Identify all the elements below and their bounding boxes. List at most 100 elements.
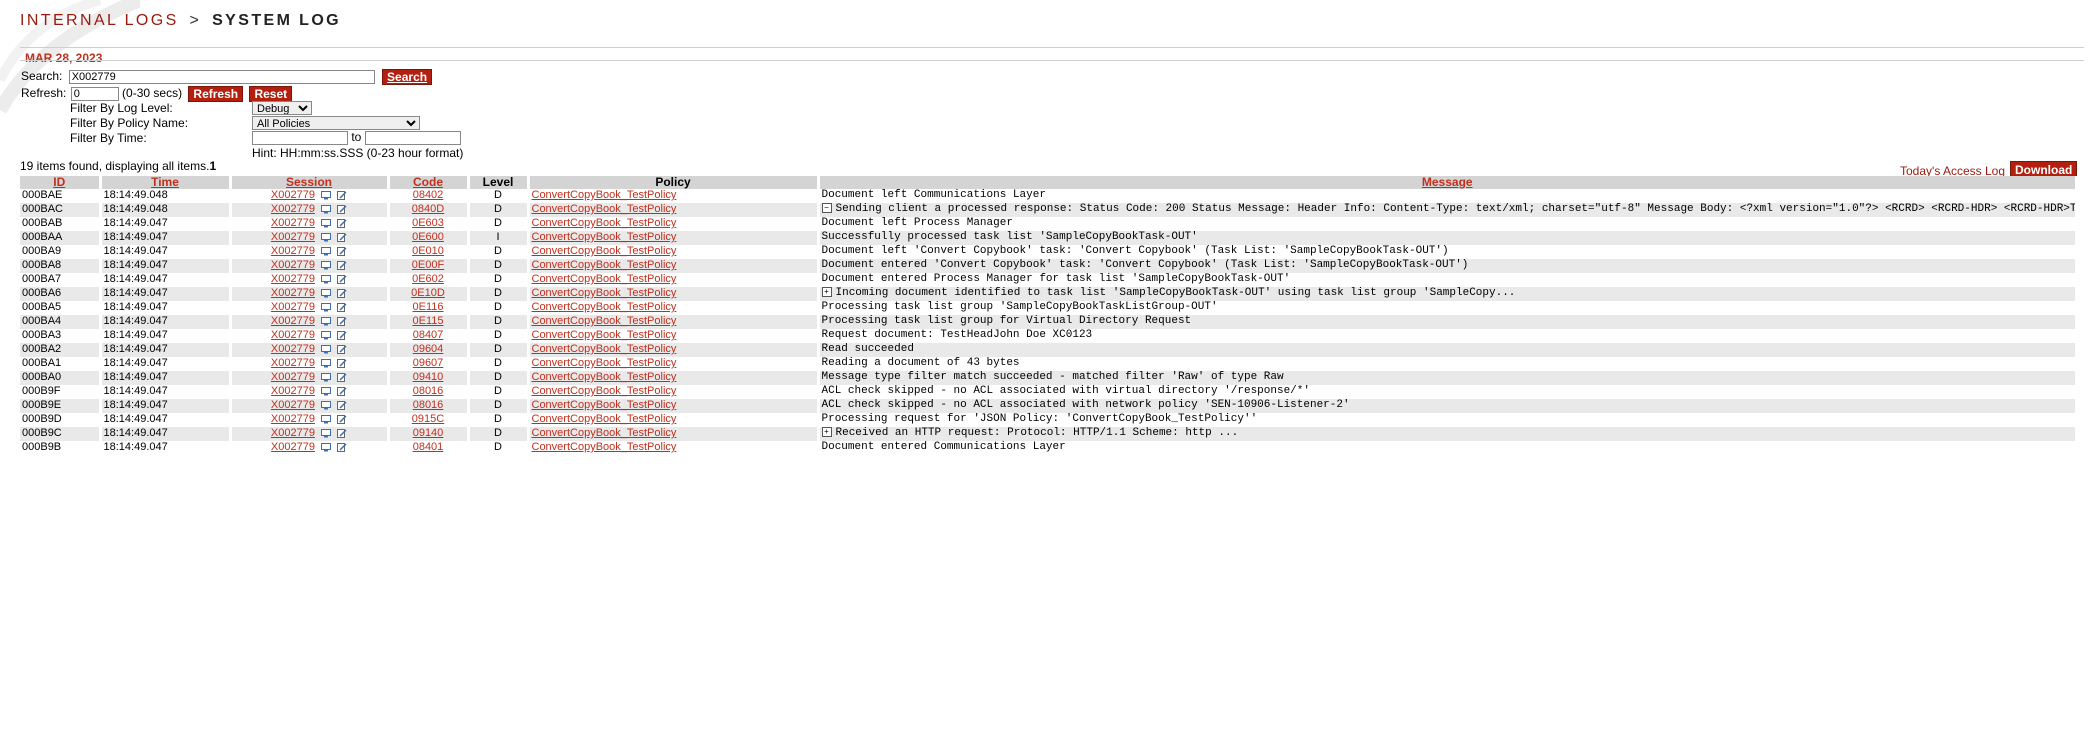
monitor-icon[interactable]: [321, 358, 332, 368]
row-session-link[interactable]: X002779: [271, 273, 315, 285]
search-button[interactable]: Search: [382, 69, 433, 85]
edit-document-icon[interactable]: [337, 372, 347, 382]
expand-toggle-icon[interactable]: +: [821, 287, 832, 298]
row-session-link[interactable]: X002779: [271, 427, 315, 439]
row-code-link[interactable]: 0E602: [412, 273, 444, 285]
row-policy-link[interactable]: ConvertCopyBook_TestPolicy: [532, 189, 677, 201]
edit-document-icon[interactable]: [337, 218, 347, 228]
row-policy-link[interactable]: ConvertCopyBook_TestPolicy: [532, 427, 677, 439]
row-code-link[interactable]: 08402: [413, 189, 444, 201]
monitor-icon[interactable]: [321, 442, 332, 452]
monitor-icon[interactable]: [321, 386, 332, 396]
row-policy-link[interactable]: ConvertCopyBook_TestPolicy: [532, 385, 677, 397]
row-session-link[interactable]: X002779: [271, 371, 315, 383]
row-code-link[interactable]: 0E115: [413, 315, 444, 327]
col-time[interactable]: Time: [100, 175, 232, 189]
row-policy-link[interactable]: ConvertCopyBook_TestPolicy: [532, 315, 677, 327]
row-policy-link[interactable]: ConvertCopyBook_TestPolicy: [532, 329, 677, 341]
row-session-link[interactable]: X002779: [271, 385, 315, 397]
page-number[interactable]: 1: [209, 159, 216, 173]
row-session-link[interactable]: X002779: [271, 259, 315, 271]
row-code-link[interactable]: 0E603: [412, 217, 444, 229]
monitor-icon[interactable]: [321, 316, 332, 326]
edit-document-icon[interactable]: [337, 428, 347, 438]
expand-toggle-icon[interactable]: −: [821, 203, 832, 214]
row-session-link[interactable]: X002779: [271, 343, 315, 355]
row-policy-link[interactable]: ConvertCopyBook_TestPolicy: [532, 413, 677, 425]
edit-document-icon[interactable]: [337, 386, 347, 396]
edit-document-icon[interactable]: [337, 204, 347, 214]
edit-document-icon[interactable]: [337, 302, 347, 312]
row-policy-link[interactable]: ConvertCopyBook_TestPolicy: [532, 371, 677, 383]
monitor-icon[interactable]: [321, 414, 332, 424]
row-session-link[interactable]: X002779: [271, 231, 315, 243]
row-session-link[interactable]: X002779: [271, 413, 315, 425]
monitor-icon[interactable]: [321, 288, 332, 298]
expand-toggle-icon[interactable]: +: [821, 427, 832, 438]
row-code-link[interactable]: 0E600: [412, 231, 444, 243]
monitor-icon[interactable]: [321, 344, 332, 354]
col-id[interactable]: ID: [20, 176, 102, 189]
refresh-input[interactable]: [70, 87, 119, 101]
col-session[interactable]: Session: [230, 175, 390, 189]
monitor-icon[interactable]: [321, 372, 332, 382]
monitor-icon[interactable]: [321, 330, 332, 340]
row-code-link[interactable]: 08407: [413, 329, 444, 341]
monitor-icon[interactable]: [321, 246, 332, 256]
row-policy-link[interactable]: ConvertCopyBook_TestPolicy: [532, 273, 677, 285]
row-policy-link[interactable]: ConvertCopyBook_TestPolicy: [532, 203, 677, 215]
row-policy-link[interactable]: ConvertCopyBook_TestPolicy: [532, 287, 677, 299]
edit-document-icon[interactable]: [337, 344, 347, 354]
row-code-link[interactable]: 09604: [413, 343, 444, 355]
row-session-link[interactable]: X002779: [271, 399, 315, 411]
time-from-input[interactable]: [252, 130, 348, 145]
row-policy-link[interactable]: ConvertCopyBook_TestPolicy: [532, 441, 677, 453]
row-policy-link[interactable]: ConvertCopyBook_TestPolicy: [532, 301, 677, 313]
log-level-select[interactable]: Debug: [252, 100, 312, 115]
row-code-link[interactable]: 09410: [413, 371, 444, 383]
monitor-icon[interactable]: [321, 204, 332, 214]
edit-document-icon[interactable]: [337, 400, 347, 410]
edit-document-icon[interactable]: [337, 260, 347, 270]
search-input[interactable]: [68, 70, 375, 84]
row-policy-link[interactable]: ConvertCopyBook_TestPolicy: [532, 217, 677, 229]
col-code-link[interactable]: Code: [413, 175, 443, 189]
row-session-link[interactable]: X002779: [271, 217, 315, 229]
col-time-link[interactable]: Time: [151, 175, 179, 189]
row-session-link[interactable]: X002779: [271, 301, 315, 313]
monitor-icon[interactable]: [321, 400, 332, 410]
edit-document-icon[interactable]: [337, 330, 347, 340]
row-policy-link[interactable]: ConvertCopyBook_TestPolicy: [532, 231, 677, 243]
row-session-link[interactable]: X002779: [271, 287, 315, 299]
row-session-link[interactable]: X002779: [271, 357, 315, 369]
edit-document-icon[interactable]: [337, 316, 347, 326]
breadcrumb-parent[interactable]: INTERNAL LOGS: [20, 12, 179, 29]
row-code-link[interactable]: 0840D: [412, 203, 444, 215]
edit-document-icon[interactable]: [337, 358, 347, 368]
row-session-link[interactable]: X002779: [271, 189, 315, 201]
row-session-link[interactable]: X002779: [271, 203, 315, 215]
edit-document-icon[interactable]: [337, 190, 347, 200]
row-code-link[interactable]: 08016: [413, 385, 444, 397]
col-message[interactable]: Message: [818, 175, 2078, 189]
row-session-link[interactable]: X002779: [271, 441, 315, 453]
row-policy-link[interactable]: ConvertCopyBook_TestPolicy: [532, 399, 677, 411]
col-message-link[interactable]: Message: [1422, 175, 1473, 189]
monitor-icon[interactable]: [321, 260, 332, 270]
row-code-link[interactable]: 0E00F: [412, 259, 444, 271]
col-session-link[interactable]: Session: [286, 175, 332, 189]
edit-document-icon[interactable]: [337, 274, 347, 284]
row-code-link[interactable]: 08401: [413, 441, 444, 453]
row-policy-link[interactable]: ConvertCopyBook_TestPolicy: [532, 357, 677, 369]
row-code-link[interactable]: 09607: [413, 357, 444, 369]
time-to-input[interactable]: [364, 130, 461, 145]
monitor-icon[interactable]: [321, 428, 332, 438]
row-policy-link[interactable]: ConvertCopyBook_TestPolicy: [532, 259, 677, 271]
monitor-icon[interactable]: [321, 232, 332, 242]
monitor-icon[interactable]: [321, 218, 332, 228]
monitor-icon[interactable]: [321, 274, 332, 284]
row-session-link[interactable]: X002779: [271, 245, 315, 257]
edit-document-icon[interactable]: [337, 414, 347, 424]
edit-document-icon[interactable]: [337, 246, 347, 256]
row-session-link[interactable]: X002779: [271, 315, 315, 327]
